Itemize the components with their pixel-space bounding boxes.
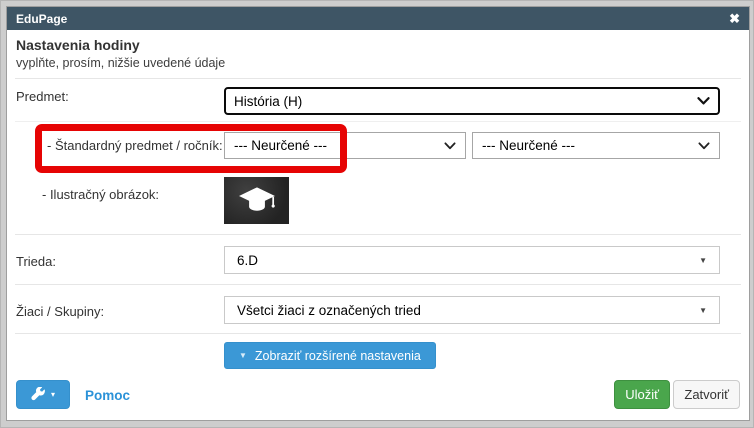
close-icon[interactable]: ✖ <box>729 12 740 25</box>
standard-grade-select-value: --- Neurčené --- <box>482 138 576 153</box>
students-select-value: Všetci žiaci z označených tried <box>237 302 421 318</box>
divider <box>15 78 741 79</box>
help-link[interactable]: Pomoc <box>85 388 130 403</box>
graduation-cap-icon <box>238 186 275 211</box>
standard-subject-label: - Štandardný predmet / ročník: <box>47 138 223 153</box>
standard-subject-select-value: --- Neurčené --- <box>234 138 328 153</box>
class-select-value: 6.D <box>237 252 259 268</box>
dialog-titlebar: EduPage ✖ <box>7 7 749 30</box>
subject-select[interactable]: História (H) <box>224 87 720 115</box>
wrench-icon <box>31 387 45 401</box>
caret-down-icon: ▼ <box>239 351 247 360</box>
class-select[interactable]: 6.D ▼ <box>224 246 720 274</box>
subject-label: Predmet: <box>16 89 69 104</box>
divider <box>15 333 741 334</box>
chevron-down-icon <box>697 97 710 105</box>
dialog-title: EduPage <box>16 11 68 26</box>
edupage-dialog: EduPage ✖ Nastavenia hodiny vyplňte, pro… <box>6 6 750 421</box>
save-button[interactable]: Uložiť <box>614 380 670 409</box>
caret-down-icon: ▾ <box>50 390 55 399</box>
standard-grade-select[interactable]: --- Neurčené --- <box>472 132 720 159</box>
chevron-down-icon <box>698 141 710 150</box>
chevron-down-icon <box>444 141 456 150</box>
tools-menu-button[interactable]: ▾ <box>16 380 70 409</box>
students-label: Žiaci / Skupiny: <box>16 304 105 319</box>
class-label: Trieda: <box>16 254 56 269</box>
divider <box>15 121 741 122</box>
divider <box>15 284 741 285</box>
page-title: Nastavenia hodiny <box>16 37 140 53</box>
show-advanced-settings-button[interactable]: ▼ Zobraziť rozšírené nastavenia <box>224 342 436 369</box>
illustration-preview-image <box>224 177 289 224</box>
subject-select-value: História (H) <box>234 93 303 109</box>
screen-background: EduPage ✖ Nastavenia hodiny vyplňte, pro… <box>0 0 754 428</box>
triangle-down-icon: ▼ <box>699 255 707 265</box>
illustration-label: - Ilustračný obrázok: <box>42 187 160 202</box>
show-advanced-settings-label: Zobraziť rozšírené nastavenia <box>254 348 421 363</box>
divider <box>15 234 741 235</box>
close-button[interactable]: Zatvoriť <box>673 380 740 409</box>
students-select[interactable]: Všetci žiaci z označených tried ▼ <box>224 296 720 324</box>
triangle-down-icon: ▼ <box>699 305 707 315</box>
standard-subject-select[interactable]: --- Neurčené --- <box>224 132 466 159</box>
page-subtitle: vyplňte, prosím, nižšie uvedené údaje <box>16 56 226 70</box>
